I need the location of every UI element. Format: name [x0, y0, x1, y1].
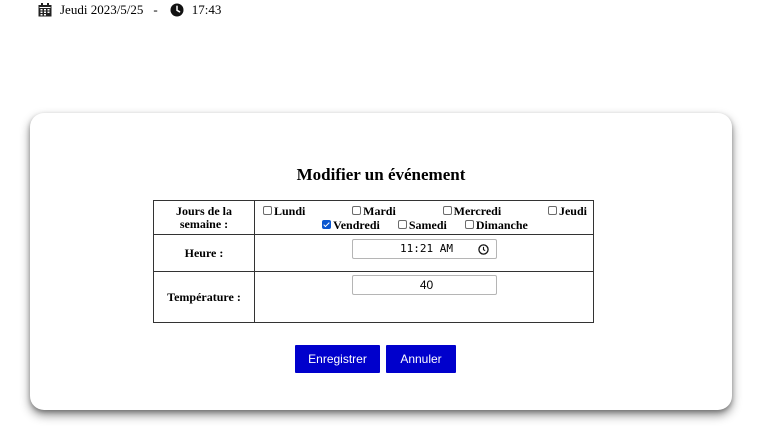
- day-label: Lundi: [274, 203, 306, 218]
- time-value: 11:21 AM: [400, 242, 453, 255]
- time-label: Heure :: [153, 234, 255, 272]
- clock-icon: [170, 3, 184, 17]
- current-date: Jeudi 2023/5/25: [60, 2, 144, 17]
- days-label-line2: semaine :: [179, 216, 229, 231]
- edit-event-dialog: Modifier un événement Jours de la semain…: [30, 113, 732, 410]
- checkbox[interactable]: [397, 220, 407, 229]
- day-checkbox-mardi[interactable]: Mardi: [352, 204, 396, 218]
- days-selector: Lundi Mardi Mercredi Jeudi Vendredi Same…: [254, 200, 594, 235]
- dialog-title: Modifier un événement: [296, 165, 466, 184]
- day-checkbox-lundi[interactable]: Lundi: [263, 204, 305, 218]
- day-label: Dimanche: [475, 217, 528, 232]
- save-button[interactable]: Enregistrer: [295, 345, 380, 373]
- date-time-bar: Jeudi 2023/5/25 - 17:43: [38, 2, 221, 18]
- temperature-input[interactable]: 40: [351, 275, 497, 295]
- temperature-label: Température :: [153, 271, 255, 323]
- days-label-line1: Jours de la: [175, 203, 232, 218]
- current-time: 17:43: [191, 2, 222, 17]
- time-cell: 11:21 AM: [254, 234, 594, 272]
- clock-picker-icon[interactable]: [477, 244, 489, 255]
- checkbox[interactable]: [547, 206, 557, 215]
- day-checkbox-jeudi[interactable]: Jeudi: [547, 203, 587, 218]
- day-label: Mercredi: [453, 203, 502, 218]
- day-label: Mardi: [363, 203, 396, 218]
- time-input[interactable]: 11:21 AM: [351, 239, 497, 259]
- checkbox[interactable]: [352, 206, 362, 215]
- day-label: Vendredi: [333, 217, 380, 232]
- checkbox[interactable]: [442, 206, 452, 215]
- checkbox[interactable]: [464, 220, 474, 229]
- calendar-icon: [38, 3, 52, 17]
- checkbox[interactable]: [322, 220, 332, 229]
- cancel-button[interactable]: Annuler: [386, 345, 456, 373]
- day-label: Jeudi: [558, 203, 587, 218]
- day-checkbox-mercredi[interactable]: Mercredi: [442, 203, 502, 218]
- day-checkbox-samedi[interactable]: Samedi: [397, 217, 447, 232]
- date-time-separator: -: [153, 2, 158, 17]
- day-checkbox-vendredi[interactable]: Vendredi: [322, 218, 380, 232]
- temperature-cell: 40: [254, 271, 594, 323]
- temperature-value: 40: [419, 278, 434, 292]
- days-label: Jours de la semaine :: [153, 200, 255, 235]
- checkbox[interactable]: [263, 206, 272, 215]
- day-checkbox-dimanche[interactable]: Dimanche: [464, 217, 528, 232]
- event-form-table: Jours de la semaine : Lundi Mardi Mercre…: [153, 200, 594, 323]
- day-label: Samedi: [408, 217, 447, 232]
